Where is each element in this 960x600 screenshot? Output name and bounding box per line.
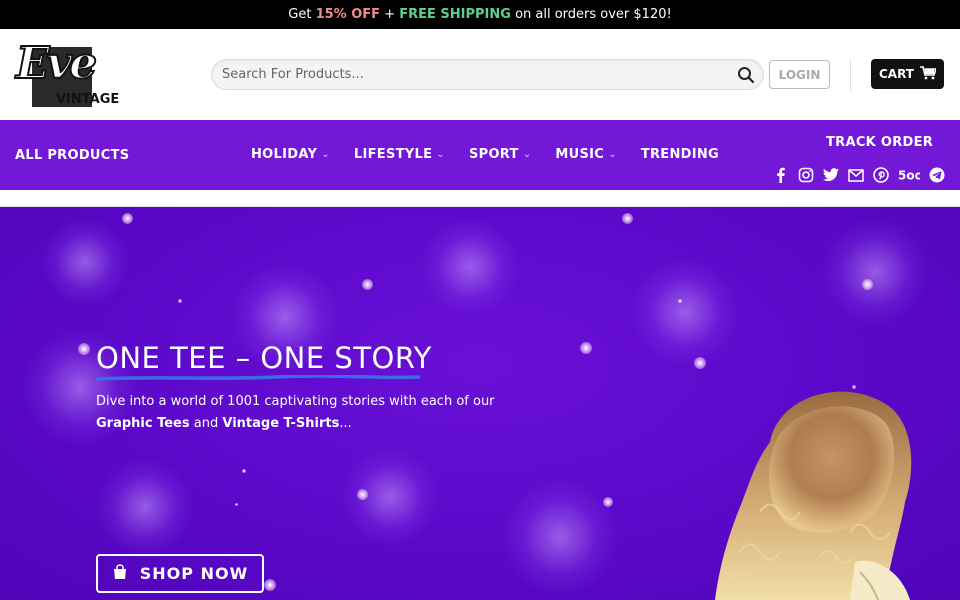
hero-desc-line1: Dive into a world of 1001 captivating st… (96, 394, 495, 409)
sparkle (357, 489, 368, 500)
sparkle (694, 357, 706, 369)
site-logo[interactable]: Eve VINTAGE (14, 36, 126, 112)
nav-spacer (0, 190, 960, 207)
telegram-icon[interactable] (929, 167, 945, 183)
chevron-down-icon: ⌄ (608, 149, 617, 160)
nav-all-products[interactable]: ALL PRODUCTS (15, 148, 129, 163)
sparkle (122, 213, 133, 224)
graphic-tees-link[interactable]: Graphic Tees (96, 416, 190, 431)
sparkle (622, 213, 633, 224)
nav-item-label: TRENDING (640, 147, 720, 162)
model-photo (715, 391, 912, 600)
login-button[interactable]: LOGIN (769, 60, 830, 89)
nav-menu: HOLIDAY ⌄ LIFESTYLE ⌄ SPORT ⌄ MUSIC ⌄ TRENDI… (251, 147, 743, 162)
logo-script: Eve (15, 37, 98, 90)
nav-item-label: MUSIC (555, 147, 605, 162)
email-icon[interactable] (848, 167, 864, 183)
shop-now-label: SHOP NOW (139, 564, 249, 583)
nav-item-label: SPORT (468, 147, 519, 162)
sparkle (235, 503, 238, 506)
hero-description: Dive into a world of 1001 captivating st… (96, 391, 516, 435)
sparkle (264, 579, 276, 591)
main-nav: ALL PRODUCTS HOLIDAY ⌄ LIFESTYLE ⌄ SPORT ⌄ … (0, 120, 960, 190)
vintage-tshirts-link[interactable]: Vintage T-Shirts (222, 416, 339, 431)
hero-desc-tail: ... (339, 416, 352, 431)
hero-banner: ONE TEE – ONE STORY Dive into a world of… (0, 207, 960, 600)
promo-suffix: on all orders over $120! (510, 7, 672, 22)
cart-icon (919, 65, 938, 83)
sparkle (603, 497, 613, 507)
sparkle (178, 299, 182, 303)
nav-item-music[interactable]: MUSIC ⌄ (555, 147, 616, 162)
nav-item-sport[interactable]: SPORT ⌄ (469, 147, 531, 162)
bokeh-glow (40, 217, 130, 307)
bokeh-glow (630, 257, 740, 367)
promo-shipping: FREE SHIPPING (399, 7, 511, 22)
shop-now-button[interactable]: SHOP NOW (96, 554, 264, 593)
500px-icon[interactable]: 5oo (898, 167, 920, 183)
sparkle (862, 279, 873, 290)
nav-item-trending[interactable]: TRENDING (641, 147, 719, 162)
promo-discount: 15% OFF (315, 7, 381, 22)
chevron-down-icon: ⌄ (436, 149, 445, 160)
search-icon[interactable] (737, 66, 755, 84)
sparkle (242, 469, 246, 473)
sparkle (580, 342, 592, 354)
bokeh-glow (420, 217, 520, 317)
sparkle (362, 279, 373, 290)
pinterest-icon[interactable] (873, 167, 889, 183)
nav-item-holiday[interactable]: HOLIDAY ⌄ (251, 147, 330, 162)
promo-bar: Get 15% OFF + FREE SHIPPING on all order… (0, 0, 960, 29)
chevron-down-icon: ⌄ (321, 149, 330, 160)
chevron-down-icon: ⌄ (522, 149, 532, 160)
cart-button[interactable]: CART (871, 59, 944, 89)
instagram-icon[interactable] (798, 167, 814, 183)
logo-vintage: VINTAGE (56, 92, 120, 107)
hero-desc-and: and (189, 416, 223, 431)
track-order-link[interactable]: TRACK ORDER (826, 135, 933, 150)
bokeh-glow (340, 447, 440, 547)
site-header: Eve VINTAGE LOGIN CART (0, 29, 960, 120)
social-links: 5oo (773, 167, 945, 183)
sparkle (78, 343, 90, 355)
promo-prefix: Get (288, 7, 316, 22)
facebook-icon[interactable] (773, 167, 789, 183)
svg-text:5oo: 5oo (898, 169, 920, 181)
twitter-icon[interactable] (823, 167, 839, 183)
cart-label: CART (879, 67, 914, 81)
promo-joiner: + (380, 7, 400, 22)
bokeh-glow (500, 477, 620, 597)
search-bar (211, 59, 764, 90)
shopping-bag-icon (112, 563, 128, 584)
bokeh-glow (95, 457, 195, 557)
nav-item-lifestyle[interactable]: LIFESTYLE ⌄ (354, 147, 445, 162)
hero-desc-line2: Graphic Tees and Vintage T-Shirts... (96, 413, 516, 435)
sparkle (678, 299, 682, 303)
header-divider (850, 59, 851, 91)
bokeh-glow (820, 217, 930, 327)
hero-title-underline (96, 375, 420, 381)
nav-item-label: LIFESTYLE (353, 147, 433, 162)
hero-title: ONE TEE – ONE STORY (96, 341, 432, 375)
nav-item-label: HOLIDAY (251, 147, 318, 162)
search-input[interactable] (222, 60, 722, 89)
